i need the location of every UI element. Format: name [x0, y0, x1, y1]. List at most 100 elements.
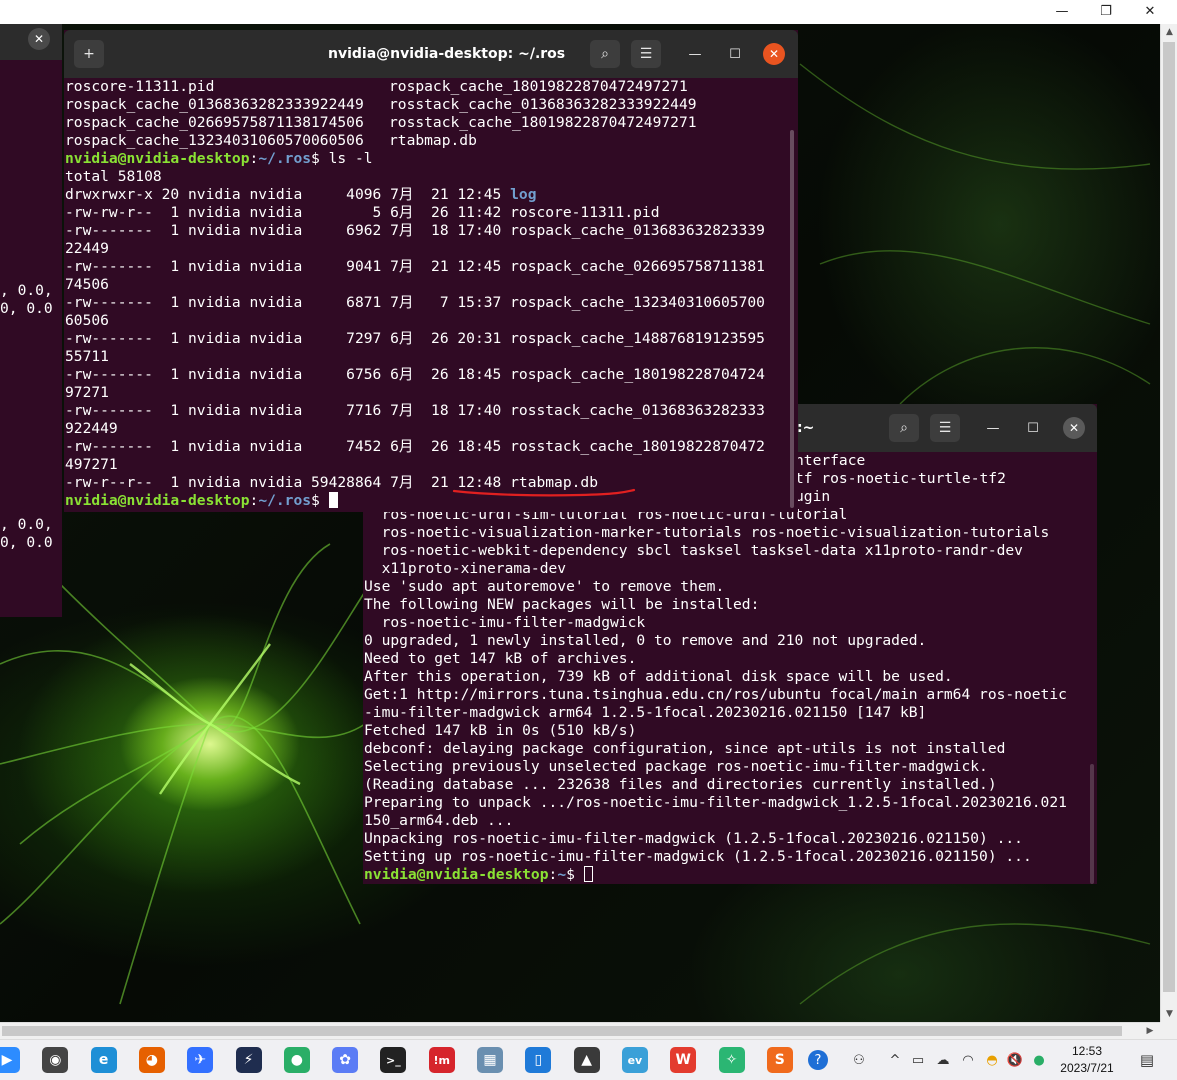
ls-entry-file-name: 60506 — [65, 312, 109, 329]
feishu-icon[interactable]: ✈ — [187, 1047, 214, 1073]
vertical-scroll-thumb[interactable] — [1163, 42, 1175, 992]
horizontal-scroll-thumb[interactable] — [2, 1026, 1122, 1036]
background-terminal-line — [0, 372, 62, 390]
background-terminal-line — [0, 462, 62, 480]
ls-entry-row: -rw------- 1 nvidia nvidia 9041 7月 21 12… — [65, 258, 798, 276]
prompt-user: nvidia@nvidia-desktop — [65, 150, 250, 167]
powershell-icon[interactable]: ⚡ — [235, 1047, 262, 1073]
background-terminal-line — [0, 210, 62, 228]
ros-terminal-command-line: nvidia@nvidia-desktop:~/.ros$ ls -l tota… — [65, 150, 798, 186]
ros-terminal-window[interactable]: + nvidia@nvidia-desktop: ~/.ros ⌕ ☰ — ☐ … — [64, 30, 798, 512]
photos-icon[interactable]: ✿ — [332, 1047, 359, 1073]
ros-terminal-maximize-button[interactable]: ☐ — [723, 42, 747, 66]
apt-output-line: 0 upgraded, 1 newly installed, 0 to remo… — [364, 632, 927, 649]
apt-terminal-prompt-line[interactable]: nvidia@nvidia-desktop:~$ — [364, 866, 1097, 884]
ls-entry-row: drwxrwxr-x 20 nvidia nvidia 4096 7月 21 1… — [65, 186, 798, 204]
ls-entry-meta: drwxrwxr-x 20 nvidia nvidia 4096 7月 21 1… — [65, 186, 511, 203]
ls-entry-file-name: rospack_cache_013683632823339 — [510, 222, 765, 239]
ros-terminal-new-tab-button[interactable]: + — [74, 40, 104, 68]
apt-terminal-close-button[interactable]: ✕ — [1063, 417, 1085, 439]
host-vertical-scrollbar[interactable]: ▲ ▼ — [1160, 24, 1177, 1022]
apt-terminal-search-button[interactable]: ⌕ — [889, 414, 919, 442]
volume-muted-icon[interactable]: 🔇 — [1006, 1051, 1024, 1069]
apt-output-line: ros-noetic-imu-filter-madgwick — [364, 614, 646, 631]
background-terminal-line — [0, 120, 62, 138]
firefox-icon[interactable]: ◕ — [138, 1047, 165, 1073]
scroll-right-arrow[interactable]: ▶ — [1142, 1023, 1158, 1039]
scroll-down-arrow[interactable]: ▼ — [1161, 1006, 1177, 1022]
search-icon: ⌕ — [900, 420, 908, 436]
apt-output-line: 150_arm64.deb ... — [364, 812, 514, 829]
edge-browser-icon[interactable]: e — [90, 1047, 117, 1073]
ls-entry-row: 97271 — [65, 384, 798, 402]
background-terminal-line — [0, 390, 62, 408]
ls-entry-file-name: rospack_cache_026695758711381 — [510, 258, 765, 275]
apt-output-line: Preparing to unpack .../ros-noetic-imu-f… — [364, 794, 1067, 811]
ros-terminal-menu-button[interactable]: ☰ — [631, 40, 661, 68]
ls-entry-meta: -rw------- 1 nvidia nvidia 6962 7月 18 17… — [65, 222, 511, 239]
windows-taskbar: ▶ ◉ e ◕ ✈ ⚡ ● ✿ >_ !m ▦ ▯ ▲ ev W ✧ S ? ⚇ ^ ▭ ☁ ◠ ◓ 🔇 ● 12:53 202… — [0, 1039, 1177, 1080]
ls-entry-row: 55711 — [65, 348, 798, 366]
scroll-up-arrow[interactable]: ▲ — [1161, 24, 1177, 40]
image-viewer-icon[interactable]: ▲ — [573, 1047, 600, 1073]
background-terminal-line — [0, 192, 62, 210]
qq-icon[interactable]: ◓ — [983, 1051, 1001, 1069]
ls-entry-file-name: 22449 — [65, 240, 109, 257]
pycharm-like-icon[interactable]: ✧ — [718, 1047, 745, 1073]
help-icon[interactable]: ? — [808, 1050, 828, 1070]
host-minimize-button[interactable]: — — [1040, 0, 1084, 22]
wps-office-icon[interactable]: W — [670, 1047, 697, 1073]
everything-search-icon[interactable]: ev — [621, 1047, 648, 1073]
wechat-icon[interactable]: ● — [283, 1047, 310, 1073]
prompt-dollar: $ — [311, 492, 329, 509]
apt-output-line: ros-noetic-webkit-dependency sbcl taskse… — [364, 542, 1023, 559]
phone-link-icon[interactable]: ▯ — [525, 1047, 552, 1073]
ls-entry-file-name: 497271 — [65, 456, 118, 473]
background-terminal-window[interactable]: ✕ , 0.0, 0, 0.0, 0.0, 0, 0.0 — [0, 24, 62, 617]
wps-slides-icon[interactable]: S — [766, 1047, 793, 1073]
people-icon[interactable]: ⚇ — [850, 1051, 868, 1069]
ros-terminal-previous-ls-output: roscore-11311.pid rospack_cache_180198228… — [65, 78, 798, 150]
battery-icon[interactable]: ▭ — [909, 1051, 927, 1069]
ls-entry-file-name: rosstack_cache_18019822870472 — [510, 438, 765, 455]
apt-output-line: Selecting previously unselected package … — [364, 758, 988, 775]
apt-terminal-menu-button[interactable]: ☰ — [930, 414, 960, 442]
host-horizontal-scrollbar[interactable]: ▶ — [0, 1022, 1160, 1039]
ls-entry-meta: -rw------- 1 nvidia nvidia 9041 7月 21 12… — [65, 258, 511, 275]
adobe-app-icon[interactable]: !m — [428, 1047, 455, 1073]
background-terminal-line — [0, 498, 62, 516]
show-hidden-icons[interactable]: ^ — [886, 1051, 904, 1069]
background-terminal-line — [0, 174, 62, 192]
screenshot-tool-icon[interactable]: ▦ — [477, 1047, 503, 1073]
prompt-path: ~ — [557, 866, 567, 883]
taskbar-clock[interactable]: 12:53 2023/7/21 — [1048, 1043, 1126, 1077]
ros-terminal-close-button[interactable]: ✕ — [763, 43, 785, 65]
zoom-icon[interactable]: ▶ — [0, 1047, 20, 1073]
clock-date: 2023/7/21 — [1060, 1061, 1114, 1075]
background-terminal-line — [0, 138, 62, 156]
ros-terminal-scrollbar[interactable] — [790, 130, 794, 508]
host-restore-button[interactable]: ❐ — [1084, 0, 1128, 22]
ls-entry-row: -rw------- 1 nvidia nvidia 7716 7月 18 17… — [65, 402, 798, 420]
wechat-tray-icon[interactable]: ● — [1030, 1051, 1048, 1069]
wifi-icon[interactable]: ◠ — [959, 1051, 977, 1069]
ros-terminal-search-button[interactable]: ⌕ — [590, 40, 620, 68]
host-close-button[interactable]: ✕ — [1128, 0, 1172, 22]
ros-terminal-prompt-line[interactable]: nvidia@nvidia-desktop:~/.ros$ — [65, 492, 798, 510]
camera-icon[interactable]: ◉ — [42, 1047, 69, 1073]
ls-column-b: rospack_cache_18019822870472497271 — [389, 78, 688, 95]
apt-output-line: nterface — [795, 452, 866, 469]
terminal-icon[interactable]: >_ — [380, 1047, 407, 1073]
apt-terminal-scrollbar[interactable] — [1090, 764, 1094, 884]
background-terminal-close-button[interactable]: ✕ — [28, 28, 50, 50]
notification-center-icon[interactable]: ▤ — [1136, 1050, 1158, 1070]
prompt-path: ~/.ros — [258, 492, 312, 509]
sync-icon[interactable]: ☁ — [934, 1051, 952, 1069]
ros-terminal-title: nvidia@nvidia-desktop: ~/.ros — [328, 46, 566, 62]
ros-terminal-minimize-button[interactable]: — — [683, 42, 707, 66]
apt-terminal-maximize-button[interactable]: ☐ — [1021, 416, 1045, 440]
apt-terminal-minimize-button[interactable]: — — [981, 416, 1005, 440]
background-terminal-line — [0, 156, 62, 174]
background-terminal-line — [0, 354, 62, 372]
apt-terminal-title: :~ — [797, 420, 815, 436]
